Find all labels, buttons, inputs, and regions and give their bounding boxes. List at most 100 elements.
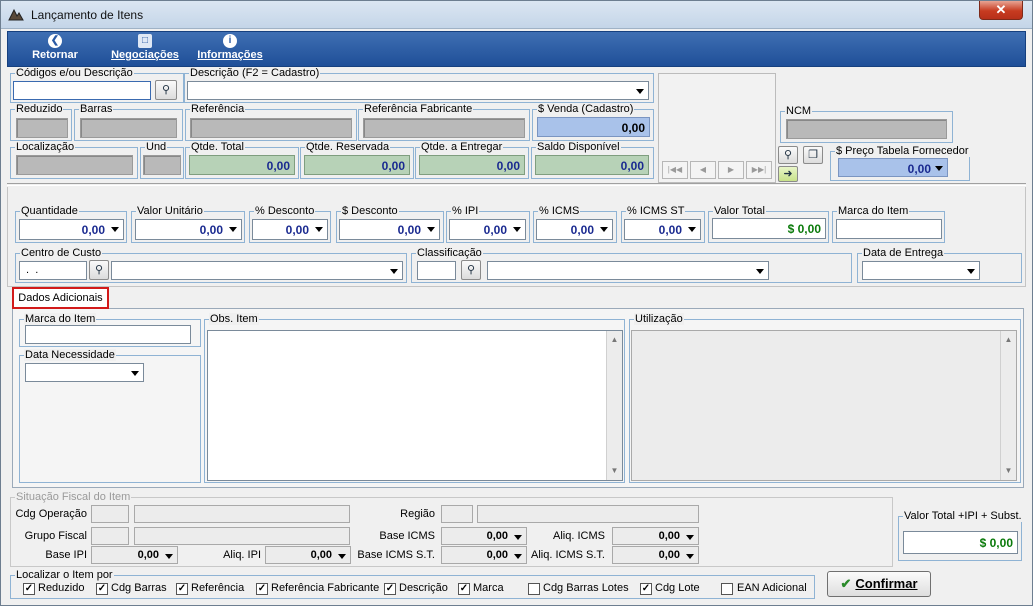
und-field bbox=[143, 155, 181, 175]
chk-ref-fabricante[interactable]: ✓ bbox=[256, 583, 268, 595]
pct-ipi-input[interactable]: 0,00 bbox=[449, 219, 526, 240]
chk-cdg-barras-lotes[interactable] bbox=[528, 583, 540, 595]
descricao-select[interactable] bbox=[187, 81, 649, 100]
pct-icms-value: 0,00 bbox=[570, 223, 594, 237]
und-label: Und bbox=[145, 141, 168, 153]
search-icon: ⚲ bbox=[466, 264, 476, 276]
utilizacao-textarea[interactable]: ▲ ▼ bbox=[631, 330, 1017, 481]
classificacao-code-input[interactable] bbox=[417, 261, 456, 280]
valor-total-field: $ 0,00 bbox=[712, 218, 826, 239]
aliq-ipi-field[interactable]: 0,00 bbox=[265, 546, 351, 564]
info-icon: i bbox=[223, 34, 237, 48]
ref-fabricante-label: Referência Fabricante bbox=[363, 103, 474, 115]
localizacao-label: Localização bbox=[15, 141, 76, 153]
informacoes-button[interactable]: i Informações bbox=[193, 34, 267, 61]
search-codigos-button[interactable]: ⚲ bbox=[155, 80, 177, 100]
previous-record-button[interactable]: ◀ bbox=[690, 161, 716, 179]
quantidade-value: 0,00 bbox=[81, 223, 105, 237]
localizacao-field bbox=[16, 155, 133, 175]
base-icms-st-label: Base ICMS S.T. bbox=[357, 549, 435, 561]
valor-unitario-input[interactable]: 0,00 bbox=[135, 219, 242, 240]
search-icon: ⚲ bbox=[94, 264, 104, 276]
data-necessidade-picker[interactable] bbox=[25, 363, 144, 382]
app-icon bbox=[8, 8, 24, 21]
codigos-label: Códigos e/ou Descrição bbox=[15, 67, 134, 79]
classificacao-select[interactable] bbox=[487, 261, 769, 280]
chevron-down-icon bbox=[425, 223, 437, 235]
pct-icms-label: % ICMS bbox=[538, 205, 581, 217]
obs-scrollbar[interactable]: ▲ ▼ bbox=[606, 331, 622, 480]
base-icms-st-field[interactable]: 0,00 bbox=[441, 546, 527, 564]
back-arrow-icon: ❮ bbox=[48, 34, 62, 48]
chk-cdg-barras[interactable]: ✓ bbox=[96, 583, 108, 595]
regiao-label: Região bbox=[400, 508, 435, 520]
title-bar: Lançamento de Itens ✕ bbox=[1, 1, 1032, 29]
arrow-right-icon: ➜ bbox=[783, 168, 793, 180]
adic-marca-input[interactable] bbox=[25, 325, 191, 344]
classificacao-label: Classificação bbox=[416, 247, 483, 259]
chk-ean-adicional[interactable] bbox=[721, 583, 733, 595]
confirmar-button[interactable]: ✔ Confirmar bbox=[827, 571, 931, 597]
chevron-down-icon bbox=[512, 531, 524, 543]
codigos-input[interactable] bbox=[13, 81, 151, 100]
desconto-input[interactable]: 0,00 bbox=[339, 219, 440, 240]
base-icms-field[interactable]: 0,00 bbox=[441, 527, 527, 545]
forward-button[interactable]: ➜ bbox=[778, 166, 798, 182]
total-ipi-subst-value: $ 0,00 bbox=[979, 536, 1013, 550]
centro-custo-code-input[interactable]: . . bbox=[19, 261, 87, 280]
qtde-entregar-field: 0,00 bbox=[419, 155, 525, 175]
saldo-label: Saldo Disponível bbox=[536, 141, 621, 153]
venda-field: 0,00 bbox=[537, 117, 650, 137]
base-ipi-field[interactable]: 0,00 bbox=[91, 546, 178, 564]
centro-custo-select[interactable] bbox=[111, 261, 403, 280]
obs-label: Obs. Item bbox=[209, 313, 259, 325]
search-classificacao-button[interactable]: ⚲ bbox=[461, 260, 481, 280]
data-entrega-picker[interactable] bbox=[862, 261, 980, 280]
chk-marca[interactable]: ✓ bbox=[458, 583, 470, 595]
toolbar: ❮ Retornar □ Negociações i Informações bbox=[7, 31, 1026, 67]
chk-referencia[interactable]: ✓ bbox=[176, 583, 188, 595]
retornar-button[interactable]: ❮ Retornar bbox=[26, 34, 84, 61]
valor-unitario-value: 0,00 bbox=[199, 223, 223, 237]
referencia-field bbox=[190, 118, 352, 138]
pct-ipi-label: % IPI bbox=[451, 205, 480, 217]
chevron-down-icon bbox=[684, 550, 696, 562]
aliq-icms-field[interactable]: 0,00 bbox=[612, 527, 699, 545]
close-button[interactable]: ✕ bbox=[979, 1, 1023, 20]
tab-dados-adicionais[interactable]: Dados Adicionais bbox=[12, 287, 109, 309]
pct-icms-input[interactable]: 0,00 bbox=[536, 219, 613, 240]
first-record-button[interactable]: |◀◀ bbox=[662, 161, 688, 179]
pct-desconto-input[interactable]: 0,00 bbox=[252, 219, 328, 240]
utilizacao-scrollbar[interactable]: ▲ ▼ bbox=[1000, 331, 1016, 480]
confirmar-label: Confirmar bbox=[855, 576, 918, 591]
quantidade-input[interactable]: 0,00 bbox=[19, 219, 124, 240]
chk-reduzido[interactable]: ✓ bbox=[23, 583, 35, 595]
pct-icms-st-label: % ICMS ST bbox=[626, 205, 686, 217]
chk-cdg-lote[interactable]: ✓ bbox=[640, 583, 652, 595]
obs-textarea[interactable]: ▲ ▼ bbox=[207, 330, 623, 481]
pct-desconto-value: 0,00 bbox=[285, 223, 309, 237]
pct-icms-st-input[interactable]: 0,00 bbox=[624, 219, 701, 240]
qtde-total-value: 0,00 bbox=[266, 159, 290, 173]
chk-descricao[interactable]: ✓ bbox=[384, 583, 396, 595]
chevron-down-icon bbox=[965, 265, 977, 277]
reduzido-label: Reduzido bbox=[15, 103, 64, 115]
marca-item-input[interactable] bbox=[836, 219, 942, 239]
chk-marca-label: Marca bbox=[473, 582, 504, 594]
cdg-operacao-desc bbox=[134, 505, 350, 523]
grupo-fiscal-label: Grupo Fiscal bbox=[24, 530, 87, 542]
aliq-icms-st-field[interactable]: 0,00 bbox=[612, 546, 699, 564]
search-centro-custo-button[interactable]: ⚲ bbox=[89, 260, 109, 280]
chevron-down-icon bbox=[109, 223, 121, 235]
last-record-button[interactable]: ▶▶| bbox=[746, 161, 772, 179]
copy-button[interactable]: ❐ bbox=[803, 146, 823, 164]
document-icon: □ bbox=[138, 34, 152, 48]
centro-custo-label: Centro de Custo bbox=[20, 247, 103, 259]
next-record-button[interactable]: ▶ bbox=[718, 161, 744, 179]
cdg-operacao-label: Cdg Operação bbox=[15, 508, 87, 520]
negociacoes-button[interactable]: □ Negociações bbox=[109, 34, 181, 61]
scroll-down-icon: ▼ bbox=[610, 466, 619, 475]
preco-tabela-field[interactable]: 0,00 bbox=[838, 158, 948, 177]
scroll-down-icon: ▼ bbox=[1004, 466, 1013, 475]
zoom-button[interactable]: ⚲ bbox=[778, 146, 798, 164]
